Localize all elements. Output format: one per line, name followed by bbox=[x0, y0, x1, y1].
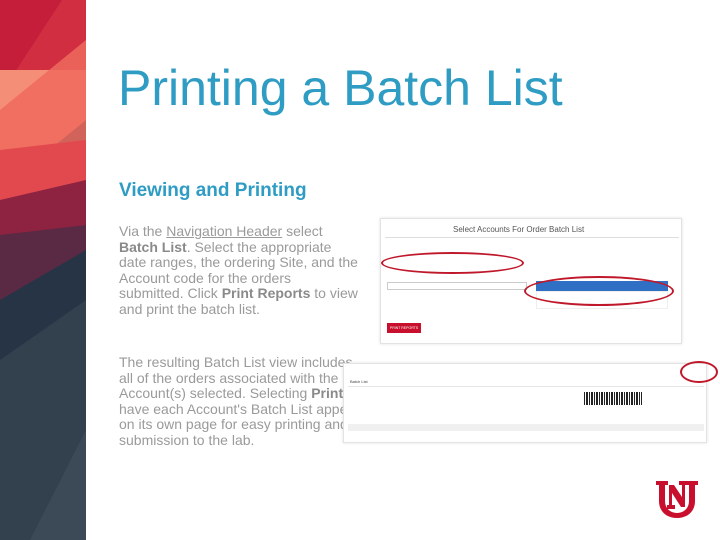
para1-text-a: Via the bbox=[119, 223, 167, 239]
site-select[interactable] bbox=[387, 282, 527, 290]
print-highlight-oval bbox=[680, 361, 718, 383]
date-range-highlight-oval bbox=[381, 252, 524, 274]
barcode-image bbox=[584, 392, 642, 405]
print-reports-button[interactable]: PRINT REPORTS bbox=[387, 323, 421, 333]
instructions-paragraph: Via the Navigation Header select Batch L… bbox=[119, 223, 359, 318]
batch-list-screenshot: Batch List bbox=[343, 363, 707, 443]
screenshot1-title: Select Accounts For Order Batch List bbox=[453, 225, 585, 234]
print-reports-term: Print Reports bbox=[221, 285, 311, 302]
print-term: Print bbox=[311, 385, 344, 402]
navigation-header-link[interactable]: Navigation Header bbox=[166, 223, 282, 239]
screenshot1-divider bbox=[385, 237, 679, 238]
batch-table-header bbox=[348, 424, 704, 431]
slide-title: Printing a Batch List bbox=[118, 60, 563, 116]
account-highlight-oval bbox=[524, 276, 674, 306]
para1-text-b: select bbox=[282, 223, 323, 239]
screenshot2-divider bbox=[348, 386, 704, 387]
screenshot2-title: Batch List bbox=[350, 379, 368, 384]
result-paragraph: The resulting Batch List view includes a… bbox=[119, 354, 369, 449]
university-logo-icon bbox=[656, 481, 698, 518]
batch-list-term: Batch List bbox=[119, 238, 187, 255]
decorative-band bbox=[0, 0, 86, 540]
slide-subtitle: Viewing and Printing bbox=[119, 180, 307, 201]
